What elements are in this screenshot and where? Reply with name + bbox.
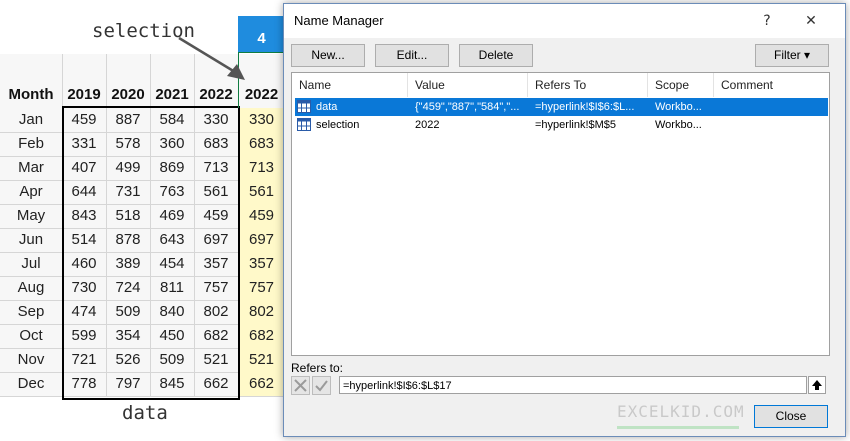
filter-button[interactable]: Filter ▾ [755, 44, 829, 67]
refers-to-cell: =hyperlink!$I$6:$L... [535, 101, 635, 113]
selection-cell[interactable]: 697 [238, 228, 285, 252]
refers-to-label: Refers to: [291, 361, 344, 375]
name-cell: selection [316, 119, 360, 131]
column-header-refers-to[interactable]: Refers To [528, 73, 648, 97]
month-cell[interactable]: May [2, 204, 60, 228]
selection-cell[interactable]: 357 [238, 252, 285, 276]
month-cell[interactable]: Jul [2, 252, 60, 276]
collapse-dialog-icon[interactable] [808, 376, 826, 394]
selection-cell[interactable]: 561 [238, 180, 285, 204]
edit-button[interactable]: Edit... [375, 44, 449, 67]
month-cell[interactable]: Nov [2, 348, 60, 372]
selection-cell[interactable]: 330 [238, 108, 285, 132]
value-cell: {"459","887","584","... [415, 101, 520, 113]
month-cell[interactable]: Dec [2, 372, 60, 396]
data-range-border [62, 106, 240, 400]
column-header-comment[interactable]: Comment [714, 73, 827, 97]
month-cell[interactable]: Feb [2, 132, 60, 156]
header-2020[interactable]: 2020 [106, 86, 150, 103]
header-month[interactable]: Month [2, 86, 60, 103]
month-cell[interactable]: Mar [2, 156, 60, 180]
help-button[interactable]: ? [754, 10, 780, 32]
comment-cell [721, 98, 821, 116]
name-row-data[interactable]: data {"459","887","584","... =hyperlink!… [295, 98, 828, 116]
new-button[interactable]: New... [291, 44, 365, 67]
arrow-icon [178, 36, 245, 80]
close-button[interactable]: Close [754, 405, 828, 428]
selection-cell[interactable]: 662 [238, 372, 285, 396]
name-manager-dialog: Name Manager ? ✕ New... Edit... Delete F… [283, 3, 846, 437]
month-cell[interactable]: Aug [2, 276, 60, 300]
selection-cell[interactable]: 757 [238, 276, 285, 300]
month-cell[interactable]: Jun [2, 228, 60, 252]
title-bar: Name Manager ? ✕ [284, 4, 845, 38]
comment-cell [721, 116, 821, 134]
cancel-edit-icon[interactable] [291, 376, 310, 395]
table-icon [297, 118, 311, 131]
name-row-selection[interactable]: selection 2022 =hyperlink!$M$5 Workbo... [295, 116, 828, 134]
month-cell[interactable]: Apr [2, 180, 60, 204]
logo-underline [617, 426, 739, 429]
column-header-value[interactable]: Value [408, 73, 528, 97]
annotation-data: data [122, 402, 168, 424]
month-cell[interactable]: Oct [2, 324, 60, 348]
column-header-name[interactable]: Name [292, 73, 408, 97]
column-header-scope[interactable]: Scope [648, 73, 714, 97]
scope-cell: Workbo... [655, 119, 702, 131]
header-2019[interactable]: 2019 [62, 86, 106, 103]
refers-to-input[interactable]: =hyperlink!$I$6:$L$17 [339, 376, 807, 394]
month-cell[interactable]: Sep [2, 300, 60, 324]
selection-cell[interactable]: 713 [238, 156, 285, 180]
selection-cell[interactable]: 682 [238, 324, 285, 348]
names-list: Name Value Refers To Scope Comment data … [291, 72, 830, 356]
refers-to-cell: =hyperlink!$M$5 [535, 119, 617, 131]
confirm-edit-icon[interactable] [312, 376, 331, 395]
table-icon [297, 100, 311, 113]
name-cell: data [316, 101, 338, 113]
month-cell[interactable]: Jan [2, 108, 60, 132]
close-icon[interactable]: ✕ [798, 10, 824, 32]
excelkid-logo: EXCELKID.COM [617, 402, 745, 421]
selection-cell[interactable]: 521 [238, 348, 285, 372]
scope-cell: Workbo... [655, 101, 702, 113]
value-cell: 2022 [415, 119, 440, 131]
dialog-title: Name Manager [294, 13, 384, 28]
delete-button[interactable]: Delete [459, 44, 533, 67]
selection-cell[interactable]: 459 [238, 204, 285, 228]
selection-cell[interactable]: 802 [238, 300, 285, 324]
selection-cell[interactable]: 683 [238, 132, 285, 156]
